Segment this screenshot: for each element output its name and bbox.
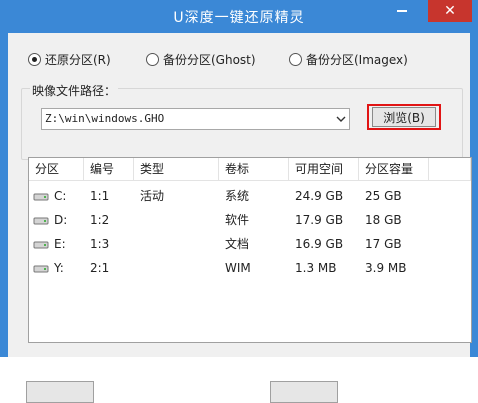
backup-ghost-label: 备份分区(Ghost)	[163, 53, 256, 67]
label-cell: 软件	[225, 213, 250, 227]
number-cell: 1:1	[90, 189, 110, 203]
partition-table[interactable]: 分区 编号 类型 卷标 可用空间 分区容量 C: 1:1 活动 系统 24.9	[28, 157, 472, 343]
table-header: 分区 编号 类型 卷标 可用空间 分区容量	[29, 158, 471, 181]
free-space-cell: 1.3 MB	[295, 261, 337, 275]
drive-letter: C:	[54, 189, 67, 203]
column-header-partition[interactable]: 分区	[29, 158, 84, 180]
free-space-cell: 24.9 GB	[295, 189, 344, 203]
browse-button[interactable]: 浏览(B)	[372, 107, 436, 127]
capacity-cell: 3.9 MB	[365, 261, 407, 275]
label-cell: WIM	[225, 261, 251, 275]
main-window: U深度一键还原精灵 ✕ 还原分区(R) 备份分区(Ghost) 备份分区(Ima…	[0, 0, 478, 403]
type-cell	[134, 208, 219, 232]
hard-drive-icon	[33, 217, 49, 224]
column-header-empty	[429, 158, 471, 180]
image-path-value: Z:\win\windows.GHO	[45, 112, 165, 125]
number-cell: 2:1	[90, 261, 110, 275]
type-cell	[134, 256, 219, 280]
label-cell: 系统	[225, 189, 250, 203]
drive-letter: D:	[54, 213, 68, 227]
column-header-label[interactable]: 卷标	[219, 158, 289, 180]
image-path-combobox[interactable]: Z:\win\windows.GHO	[41, 108, 350, 130]
partition-cell: Y:	[29, 256, 84, 280]
backup-imagex-label: 备份分区(Imagex)	[306, 53, 408, 67]
table-row[interactable]: Y: 2:1 WIM 1.3 MB 3.9 MB	[29, 256, 471, 280]
table-row[interactable]: E: 1:3 文档 16.9 GB 17 GB	[29, 232, 471, 256]
capacity-cell: 18 GB	[365, 213, 402, 227]
backup-imagex-radio[interactable]: 备份分区(Imagex)	[289, 51, 408, 68]
minimize-icon	[397, 10, 407, 12]
title-bar[interactable]: U深度一键还原精灵 ✕	[0, 0, 478, 33]
restore-partition-radio[interactable]: 还原分区(R)	[28, 51, 111, 68]
close-button[interactable]: ✕	[428, 0, 472, 22]
number-cell: 1:2	[90, 213, 110, 227]
mode-radio-group: 还原分区(R) 备份分区(Ghost) 备份分区(Imagex)	[8, 51, 470, 69]
drive-letter: Y:	[54, 261, 64, 275]
drive-letter: E:	[54, 237, 66, 251]
browse-button-label: 浏览(B)	[383, 110, 425, 125]
type-cell	[134, 232, 219, 256]
hard-drive-icon	[33, 265, 49, 272]
chevron-down-icon[interactable]	[336, 114, 346, 124]
window-border-left	[0, 33, 8, 357]
number-cell: 1:3	[90, 237, 110, 251]
image-path-label: 映像文件路径：	[30, 82, 119, 99]
type-cell: 活动	[140, 189, 165, 203]
client-area: 还原分区(R) 备份分区(Ghost) 备份分区(Imagex) 映像文件路径：…	[8, 33, 472, 403]
partition-cell: E:	[29, 232, 84, 256]
column-header-capacity[interactable]: 分区容量	[359, 158, 429, 180]
partition-cell: D:	[29, 208, 84, 232]
free-space-cell: 16.9 GB	[295, 237, 344, 251]
close-icon: ✕	[444, 3, 456, 19]
label-cell: 文档	[225, 237, 250, 251]
bottom-button-right[interactable]	[270, 381, 338, 403]
backup-ghost-radio[interactable]: 备份分区(Ghost)	[146, 51, 256, 68]
table-row[interactable]: C: 1:1 活动 系统 24.9 GB 25 GB	[29, 184, 471, 208]
partition-cell: C:	[29, 184, 84, 208]
restore-partition-label: 还原分区(R)	[45, 53, 111, 67]
table-row[interactable]: D: 1:2 软件 17.9 GB 18 GB	[29, 208, 471, 232]
hard-drive-icon	[33, 193, 49, 200]
radio-checked-icon	[28, 53, 41, 66]
column-header-number[interactable]: 编号	[84, 158, 134, 180]
minimize-button[interactable]	[388, 0, 416, 22]
free-space-cell: 17.9 GB	[295, 213, 344, 227]
column-header-free-space[interactable]: 可用空间	[289, 158, 359, 180]
hard-drive-icon	[33, 241, 49, 248]
radio-unchecked-icon	[146, 53, 159, 66]
radio-unchecked-icon	[289, 53, 302, 66]
capacity-cell: 25 GB	[365, 189, 402, 203]
capacity-cell: 17 GB	[365, 237, 402, 251]
bottom-button-left[interactable]	[26, 381, 94, 403]
column-header-type[interactable]: 类型	[134, 158, 219, 180]
